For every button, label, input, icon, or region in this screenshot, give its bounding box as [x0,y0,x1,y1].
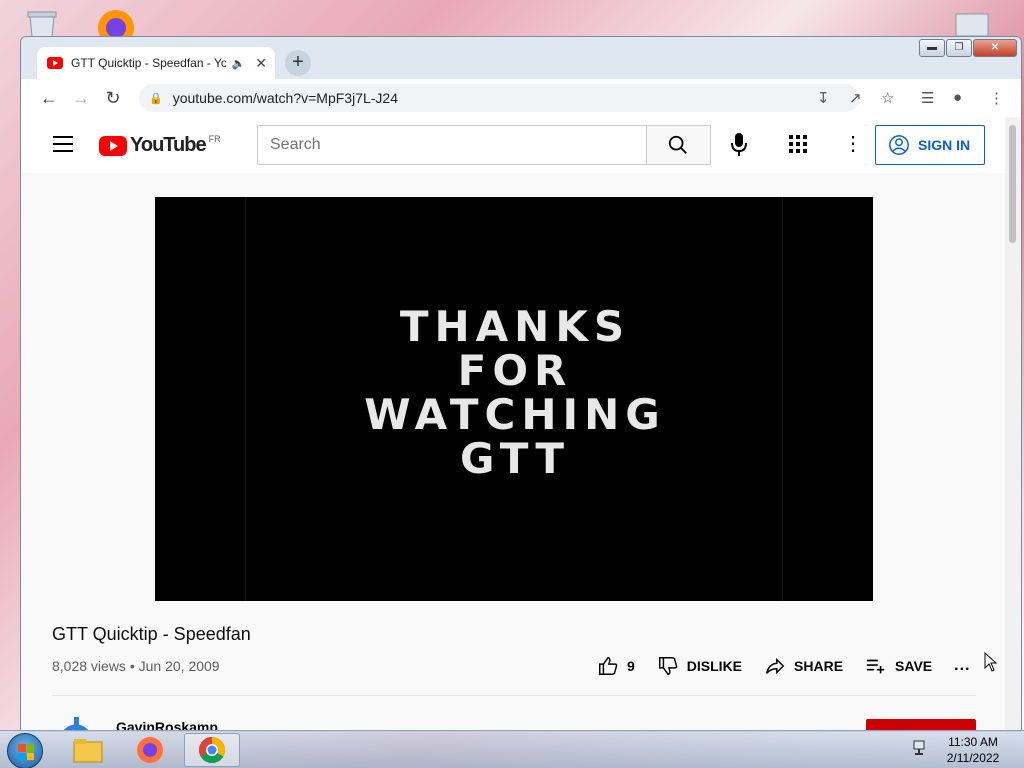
taskbar-file-explorer[interactable] [60,733,116,767]
forward-icon[interactable]: → [67,84,95,112]
frame-line-4: GTT [460,434,570,483]
reload-icon[interactable]: ↻ [99,84,127,112]
tab-youtube[interactable]: GTT Quicktip - Speedfan - YouTube 🔈 ✕ [37,47,275,79]
video-meta: 8,028 views • Jun 20, 2009 [52,658,220,674]
taskbar-chrome[interactable] [184,733,240,767]
channel-avatar-icon[interactable] [52,711,100,732]
youtube-page: YouTube FR ⋮ [21,117,1005,732]
close-tab-button[interactable]: ✕ [255,55,267,72]
like-button[interactable]: 9 [597,655,635,677]
youtube-logo[interactable]: YouTube FR [99,134,221,157]
page-scrollbar[interactable] [1005,117,1021,731]
taskbar-firefox[interactable] [122,733,178,767]
taskbar-clock[interactable]: 11:30 AM 2/11/2022 [940,734,1006,766]
video-frame-text: THANKS FOR WATCHING GTT [246,305,784,481]
thumbs-down-icon [658,657,678,675]
apps-grid-icon[interactable] [789,135,807,153]
search-button[interactable] [647,125,711,165]
dislike-label: DISLIKE [686,658,743,674]
video-actions: 9 DISLIKE SHARE SAVE ... [597,655,992,677]
share-label: SHARE [794,658,844,674]
scrollbar-thumb[interactable] [1009,125,1016,243]
start-button[interactable] [7,733,43,768]
file-explorer-icon [73,739,103,763]
frame-line-3: WATCHING [364,390,666,439]
windows-logo-icon [18,744,34,760]
view-count: 8,028 views [52,658,126,674]
search-input[interactable] [257,125,647,165]
share-button[interactable]: SHARE [764,655,843,677]
address-bar[interactable]: 🔒 youtube.com/watch?v=MpF3j7L-J24 [139,84,859,112]
country-code: FR [208,133,221,144]
back-icon[interactable]: ← [35,84,63,112]
tab-strip: GTT Quicktip - Speedfan - YouTube 🔈 ✕ + … [21,37,1021,79]
speaker-icon[interactable]: 🔈 [232,57,246,70]
share-arrow-icon [766,657,785,675]
window-close-button[interactable]: ✕ [973,39,1017,57]
playlist-add-icon [866,659,885,674]
browser-toolbar: ← → ↻ 🔒 youtube.com/watch?v=MpF3j7L-J24 … [21,79,1021,117]
maximize-button[interactable]: ❐ [946,39,972,57]
media-queue-icon[interactable]: ☰ [921,89,934,107]
account-icon [889,135,909,155]
network-tray-icon[interactable] [912,739,930,757]
frame-line-2: FOR [457,346,573,395]
mouse-cursor-icon [984,652,998,672]
save-button[interactable]: SAVE [865,655,932,677]
logo-text: YouTube [130,134,207,156]
clock-time: 11:30 AM [948,735,998,749]
youtube-play-logo-icon [99,135,127,156]
sign-in-button[interactable]: SIGN IN [875,125,985,165]
browser-menu-icon[interactable]: ⋮ [989,89,1004,107]
microphone-icon[interactable] [729,131,749,157]
save-label: SAVE [895,658,933,674]
youtube-favicon-icon [47,57,63,69]
bookmark-star-icon[interactable]: ☆ [881,89,894,107]
taskbar: 11:30 AM 2/11/2022 [0,730,1024,768]
install-icon[interactable]: ↧ [817,89,830,107]
firefox-icon [137,737,163,763]
minimize-button[interactable]: ▬ [919,39,945,57]
dislike-button[interactable]: DISLIKE [657,655,742,677]
upload-date: Jun 20, 2009 [138,658,220,674]
video-player[interactable]: THANKS FOR WATCHING GTT [155,197,873,601]
hamburger-menu-icon[interactable] [53,136,73,152]
lock-icon: 🔒 [149,92,163,105]
meta-separator: • [129,658,135,674]
clock-date: 2/11/2022 [946,751,1000,765]
url-text: youtube.com/watch?v=MpF3j7L-J24 [172,90,398,106]
profile-icon[interactable]: ● [953,89,962,106]
new-tab-button[interactable]: + [285,50,311,76]
thumbs-up-icon [599,657,618,675]
divider [52,695,976,696]
frame-line-1: THANKS [399,302,631,351]
more-actions-button[interactable]: ... [954,657,970,675]
browser-window: GTT Quicktip - Speedfan - YouTube 🔈 ✕ + … [20,36,1022,732]
tab-title: GTT Quicktip - Speedfan - YouTube [71,56,226,70]
video-title: GTT Quicktip - Speedfan [52,624,251,644]
youtube-header: YouTube FR ⋮ [21,117,1005,173]
search-icon [668,135,687,154]
settings-kebab-icon[interactable]: ⋮ [843,134,863,155]
share-page-icon[interactable]: ↗ [849,89,862,107]
sign-in-label: SIGN IN [918,137,971,153]
video-frame: THANKS FOR WATCHING GTT [245,197,783,601]
like-count: 9 [627,658,635,674]
chrome-icon [198,736,226,764]
